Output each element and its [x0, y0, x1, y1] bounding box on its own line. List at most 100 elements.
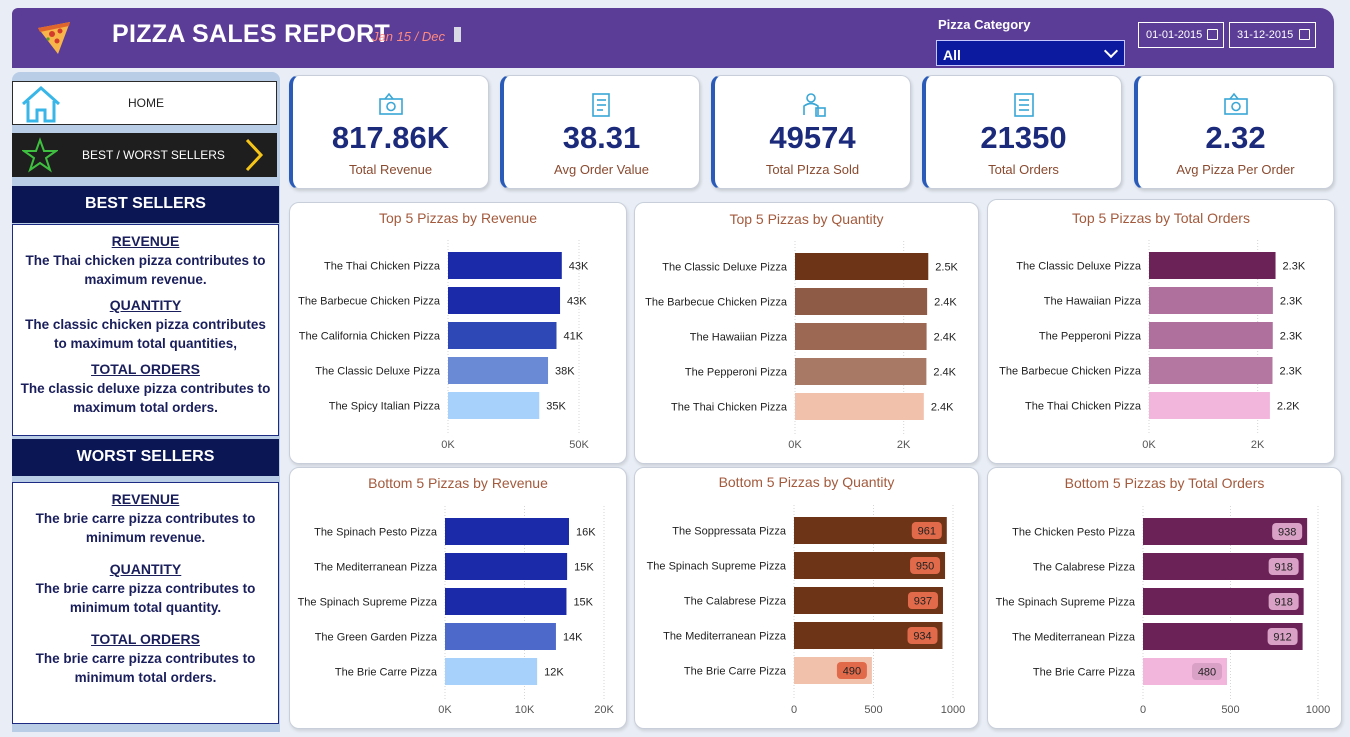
- calendar-icon[interactable]: [1207, 29, 1218, 40]
- date-range-label: Jan 15 / Dec: [372, 29, 445, 44]
- worst-sellers-heading: WORST SELLERS: [12, 439, 279, 476]
- best-orders-title: TOTAL ORDERS: [91, 361, 200, 377]
- category-label: The Soppressata Pizza: [672, 526, 787, 538]
- best-revenue-section: REVENUE The Thai chicken pizza contribut…: [13, 233, 278, 289]
- category-label: The Spinach Pesto Pizza: [314, 527, 438, 539]
- category-label: The Barbecue Chicken Pizza: [999, 366, 1142, 378]
- data-label: 918: [1274, 597, 1292, 609]
- category-label: The Brie Carre Pizza: [1033, 667, 1136, 679]
- bar-chart-svg: Top 5 Pizzas by Quantity 0K 2K The Classic …: [645, 211, 958, 451]
- data-label: 2.4K: [931, 402, 954, 414]
- kpi-avg-order-value: 38.31 Avg Order Value: [500, 75, 700, 189]
- category-dropdown-value: All: [943, 47, 961, 63]
- bar[interactable]: [445, 553, 568, 580]
- slider-handle[interactable]: [454, 27, 461, 42]
- bar[interactable]: [1149, 392, 1270, 419]
- data-label: 15K: [574, 562, 594, 574]
- bar[interactable]: [445, 658, 538, 685]
- data-label: 934: [913, 631, 931, 643]
- data-label: 2.2K: [1277, 401, 1300, 413]
- data-label: 2.3K: [1279, 366, 1302, 378]
- category-label: The Spinach Supreme Pizza: [996, 597, 1136, 609]
- data-label: 937: [914, 596, 932, 608]
- date-from-field[interactable]: 01-01-2015: [1138, 22, 1224, 48]
- bar[interactable]: [448, 287, 561, 314]
- home-button[interactable]: HOME: [12, 81, 277, 125]
- best-quantity-text: The classic chicken pizza contributes to…: [25, 317, 266, 351]
- bar[interactable]: [795, 288, 928, 315]
- bar-chart-svg: Bottom 5 Pizzas by Quantity 0 500 1000 The S…: [647, 474, 966, 716]
- data-label: 12K: [544, 667, 564, 679]
- home-icon: [22, 85, 60, 123]
- bar[interactable]: [1149, 322, 1273, 349]
- bar[interactable]: [1149, 357, 1273, 384]
- data-label: 41K: [563, 331, 583, 343]
- worst-revenue-title: REVENUE: [111, 491, 180, 507]
- kpi-value: 2.32: [1205, 120, 1266, 155]
- data-label: 43K: [567, 296, 587, 308]
- delivery-icon: [802, 93, 826, 117]
- chart-title: Top 5 Pizzas by Quantity: [729, 211, 883, 227]
- data-label: 2.4K: [933, 367, 956, 379]
- chart-bottom5-orders: Bottom 5 Pizzas by Total Orders 0 500 1000 T…: [987, 467, 1342, 729]
- bar[interactable]: [795, 253, 929, 280]
- x-tick-label: 0K: [788, 439, 802, 451]
- bar[interactable]: [445, 588, 567, 615]
- best-sellers-panel: REVENUE The Thai chicken pizza contribut…: [12, 224, 279, 436]
- kpi-value: 817.86K: [331, 120, 450, 155]
- data-label: 480: [1198, 667, 1216, 679]
- chart-bottom5-revenue: Bottom 5 Pizzas by Revenue 0K 10K 20K The Sp…: [289, 467, 627, 729]
- bar[interactable]: [448, 357, 549, 384]
- bar[interactable]: [448, 252, 562, 279]
- data-label: 15K: [573, 597, 593, 609]
- bar[interactable]: [795, 323, 927, 350]
- chart-title: Bottom 5 Pizzas by Total Orders: [1065, 475, 1265, 491]
- report-header: PIZZA SALES REPORT Jan 15 / Dec Pizza Ca…: [12, 8, 1334, 68]
- data-label: 950: [916, 561, 934, 573]
- date-from-value: 01-01-2015: [1146, 29, 1203, 41]
- category-label: The Classic Deluxe Pizza: [315, 366, 441, 378]
- x-tick-label: 1000: [941, 704, 965, 716]
- money-icon: [1223, 92, 1248, 115]
- worst-revenue-section: REVENUE The brie carre pizza contributes…: [13, 491, 278, 547]
- bar[interactable]: [445, 518, 569, 545]
- bar[interactable]: [1149, 252, 1276, 279]
- best-quantity-section: QUANTITY The classic chicken pizza contr…: [13, 297, 278, 353]
- date-to-field[interactable]: 31-12-2015: [1229, 22, 1316, 48]
- worst-quantity-text: The brie carre pizza contributes to mini…: [35, 581, 256, 615]
- best-revenue-text: The Thai chicken pizza contributes to ma…: [25, 253, 266, 287]
- category-label: The Pepperoni Pizza: [1039, 331, 1142, 343]
- calendar-icon[interactable]: [1299, 29, 1310, 40]
- category-label: The Thai Chicken Pizza: [1025, 401, 1142, 413]
- bar[interactable]: [448, 392, 540, 419]
- receipt-icon: [591, 93, 610, 117]
- x-tick-label: 0K: [1142, 439, 1156, 451]
- kpi-label: Total Revenue: [348, 162, 433, 177]
- data-label: 43K: [569, 261, 589, 273]
- star-icon: [22, 137, 58, 173]
- data-label: 2.3K: [1280, 331, 1303, 343]
- category-label: The Barbecue Chicken Pizza: [298, 296, 441, 308]
- x-tick-label: 50K: [569, 439, 589, 451]
- bar[interactable]: [1149, 287, 1273, 314]
- category-label: The Thai Chicken Pizza: [324, 261, 441, 273]
- data-label: 912: [1273, 632, 1291, 644]
- bar[interactable]: [445, 623, 556, 650]
- chevron-down-icon: [1103, 43, 1119, 59]
- kpi-label: Avg Order Value: [554, 162, 649, 177]
- category-label: The Brie Carre Pizza: [335, 667, 438, 679]
- kpi-value: 21350: [980, 120, 1067, 155]
- bar[interactable]: [795, 358, 927, 385]
- worst-orders-title: TOTAL ORDERS: [91, 631, 200, 647]
- category-dropdown[interactable]: All: [936, 40, 1125, 66]
- chart-title: Bottom 5 Pizzas by Quantity: [719, 474, 895, 490]
- best-worst-sellers-button[interactable]: BEST / WORST SELLERS: [12, 133, 277, 177]
- bar[interactable]: [448, 322, 557, 349]
- best-sellers-heading: BEST SELLERS: [12, 186, 279, 223]
- category-label: The Brie Carre Pizza: [684, 666, 787, 678]
- worst-revenue-text: The brie carre pizza contributes to mini…: [35, 511, 256, 545]
- best-worst-label: BEST / WORST SELLERS: [82, 148, 225, 162]
- bar[interactable]: [795, 393, 924, 420]
- bar-chart-svg: Bottom 5 Pizzas by Total Orders 0 500 1000 T…: [996, 475, 1331, 716]
- x-tick-label: 500: [864, 704, 882, 716]
